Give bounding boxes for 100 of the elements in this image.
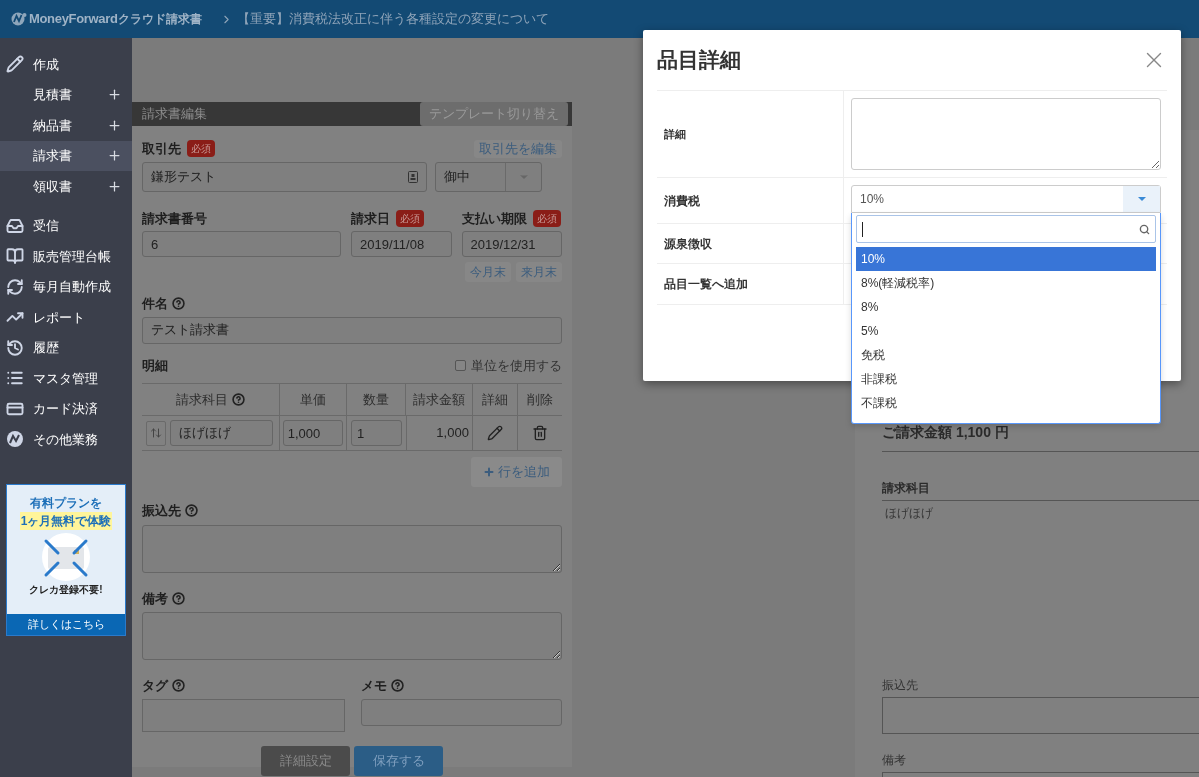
tag-field[interactable] <box>142 698 345 732</box>
quantity-field[interactable]: 1 <box>351 420 402 446</box>
sidebar-item[interactable]: 作成 <box>0 49 132 80</box>
help-icon <box>185 504 198 518</box>
dropdown-option[interactable]: 10% <box>856 247 1156 271</box>
field-label: 支払い期限 <box>461 209 527 228</box>
pencil-icon[interactable] <box>487 425 504 441</box>
plus-icon <box>107 117 122 133</box>
field-label: 詳細 <box>664 126 686 142</box>
trash-icon[interactable] <box>532 425 549 441</box>
field-label: 請求日 <box>351 209 390 228</box>
required-badge: 必須 <box>532 209 561 227</box>
dropdown-option[interactable]: 8%(軽減税率) <box>856 271 1156 295</box>
remarks-textarea[interactable] <box>142 612 562 660</box>
column-header: 数量 <box>363 390 390 409</box>
required-badge: 必須 <box>187 140 215 158</box>
plus-icon <box>107 178 122 194</box>
memo-field[interactable] <box>360 698 562 726</box>
dropdown-option[interactable]: 8% <box>856 295 1156 319</box>
field-label: 備考 <box>142 589 168 608</box>
sidebar-item[interactable]: その他業務 <box>0 424 132 455</box>
sort-icon <box>150 427 162 439</box>
banner-link[interactable]: 詳しくはこちら <box>7 614 125 635</box>
help-icon <box>390 679 404 693</box>
field-label: 源泉徴収 <box>664 235 712 253</box>
plus-icon <box>107 148 122 164</box>
contact-book-icon <box>408 170 418 183</box>
sidebar-item[interactable]: 見積書 <box>0 79 132 110</box>
field-label: 品目一覧へ追加 <box>664 276 748 293</box>
help-icon <box>172 591 185 605</box>
field-label: 消費税 <box>664 192 700 210</box>
search-icon <box>1139 223 1150 235</box>
invoice-date-field[interactable]: 2019/11/08 <box>351 231 452 257</box>
field-label: タグ <box>142 677 168 695</box>
book-icon <box>6 247 24 266</box>
price-field[interactable]: 1,000 <box>282 420 344 446</box>
plus-icon <box>483 466 495 478</box>
notice-link[interactable]: 【重要】消費税法改正に伴う各種設定の変更について <box>236 9 549 29</box>
help-icon <box>231 393 245 406</box>
sidebar-item[interactable]: カード決済 <box>0 393 132 424</box>
column-header: 削除 <box>527 390 554 409</box>
dropdown-search-field[interactable] <box>856 215 1156 243</box>
sidebar-item[interactable]: 履歴 <box>0 332 132 363</box>
due-date-field[interactable]: 2019/12/31 <box>461 231 562 257</box>
sidebar-item[interactable]: 納品書 <box>0 110 132 141</box>
sort-handle[interactable] <box>146 420 166 446</box>
dialog-title: 品目詳細 <box>657 47 741 74</box>
inbox-icon <box>6 216 24 235</box>
dropdown-option[interactable]: 非課税 <box>856 367 1156 391</box>
field-label: 取引先 <box>142 140 181 158</box>
column-header: 請求金額 <box>413 390 466 409</box>
sidebar-item[interactable]: マスタ管理 <box>0 363 132 394</box>
sidebar-item[interactable]: 受信 <box>0 210 132 241</box>
logo-icon <box>6 430 24 449</box>
field-label: 振込先 <box>142 502 181 520</box>
amount-cell-text: 1,000 <box>436 424 469 443</box>
history-icon <box>6 338 24 357</box>
dropdown-option[interactable]: 免税 <box>856 343 1156 367</box>
tax-select[interactable]: 10% <box>851 185 1161 213</box>
preview-item: ほげほげ <box>884 505 934 522</box>
banner-text: 1ヶ月無料で体験 <box>19 511 113 530</box>
refresh-icon <box>6 277 24 296</box>
column-header: 単価 <box>299 390 326 409</box>
detail-textarea[interactable] <box>851 98 1161 170</box>
plus-icon <box>107 87 122 103</box>
checkbox-label: 単位を使用する <box>471 356 562 375</box>
sidebar-item[interactable]: 領収書 <box>0 171 132 202</box>
panel-title: 請求書編集 <box>142 105 207 124</box>
field-label: 件名 <box>142 295 168 313</box>
product-name: クラウド請求書 <box>117 11 202 28</box>
items-heading: 請求科目 <box>882 479 1199 501</box>
field-label: 請求書番号 <box>142 209 208 228</box>
column-header: 請求科目 <box>175 390 228 409</box>
item-field[interactable]: ほげほげ <box>170 420 273 446</box>
column-header: 詳細 <box>482 390 509 409</box>
sidebar-item[interactable]: 請求書 <box>0 140 132 171</box>
sidebar-item[interactable]: 販売管理台帳 <box>0 241 132 272</box>
bank-textarea[interactable] <box>142 524 562 573</box>
help-icon <box>172 679 185 693</box>
help-icon <box>172 297 185 311</box>
logo-icon <box>11 12 27 26</box>
client-field[interactable]: 鎌形テスト <box>142 161 427 192</box>
checkbox[interactable] <box>455 359 466 371</box>
pencil-icon <box>6 55 24 74</box>
section-label: 明細 <box>142 356 168 375</box>
promo-banner[interactable]: 有料プランを 1ヶ月無料で体験 クレカ登録不要! 詳しくはこちら <box>6 483 126 636</box>
field-label: メモ <box>360 677 387 695</box>
invoice-number-field[interactable]: 6 <box>142 231 341 257</box>
subject-field[interactable]: テスト請求書 <box>142 316 562 344</box>
preview-label: 備考 <box>882 752 907 769</box>
sidebar-item[interactable]: 毎月自動作成 <box>0 271 132 302</box>
banner-text: 有料プランを <box>30 494 102 512</box>
honorific-select[interactable]: 御中 <box>435 161 542 192</box>
banner-caption: クレカ登録不要! <box>29 582 103 597</box>
sidebar-item[interactable]: レポート <box>0 302 132 333</box>
required-badge: 必須 <box>396 209 424 227</box>
brand-name: MoneyForward <box>29 10 118 29</box>
preview-label: 振込先 <box>882 677 919 694</box>
dropdown-option[interactable]: 5% <box>856 319 1156 343</box>
dropdown-option[interactable]: 不課税 <box>856 391 1156 415</box>
